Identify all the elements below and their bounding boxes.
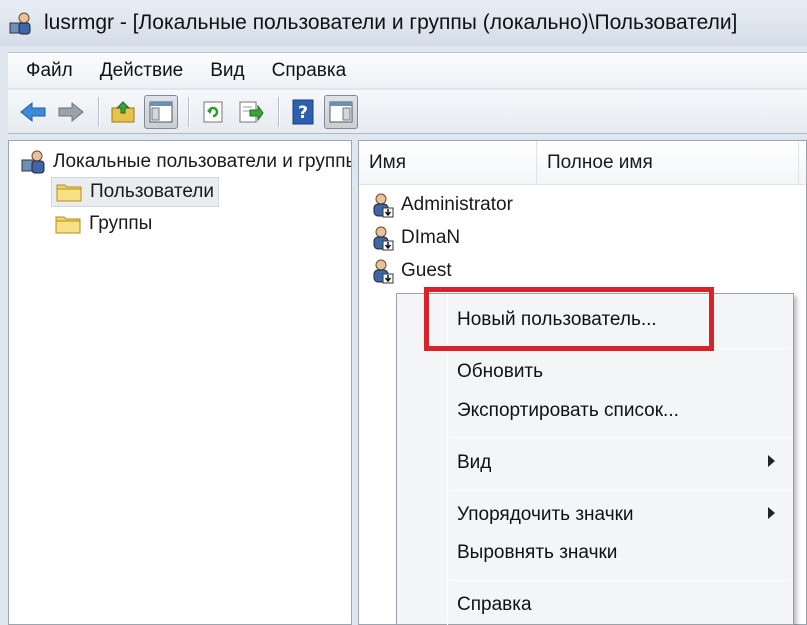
folder-icon bbox=[56, 182, 82, 202]
menu-item-view[interactable]: Вид bbox=[457, 452, 491, 474]
show-hide-tree-button[interactable] bbox=[144, 94, 178, 129]
tree-item-users[interactable]: Пользователи bbox=[51, 177, 220, 207]
context-menu-separator bbox=[449, 580, 789, 581]
show-hide-tree-icon bbox=[149, 101, 173, 122]
users-app-icon bbox=[8, 9, 36, 37]
refresh-button[interactable] bbox=[196, 95, 230, 129]
submenu-arrow-icon bbox=[768, 455, 775, 467]
svg-text:?: ? bbox=[298, 103, 308, 123]
user-icon bbox=[369, 258, 395, 284]
export-list-icon bbox=[239, 101, 264, 122]
column-header-name[interactable]: Имя bbox=[359, 141, 537, 185]
back-arrow-icon bbox=[20, 101, 46, 122]
column-header-full-name[interactable]: Полное имя bbox=[537, 141, 799, 185]
back-button[interactable] bbox=[16, 95, 50, 129]
users-groups-icon bbox=[21, 149, 47, 175]
user-name: Administrator bbox=[401, 194, 513, 215]
forward-arrow-icon bbox=[58, 101, 84, 122]
user-row-administrator[interactable]: Administrator bbox=[369, 190, 513, 220]
refresh-icon bbox=[203, 101, 223, 122]
menu-bar: Файл Действие Вид Справка bbox=[8, 52, 807, 88]
tree-item-label: Пользователи bbox=[90, 181, 215, 202]
menu-item-export-list[interactable]: Экспортировать список... bbox=[457, 400, 679, 422]
tree-root-label: Локальные пользователи и группы bbox=[53, 151, 351, 172]
title-bar: lusrmgr - [Локальные пользователи и груп… bbox=[0, 0, 807, 46]
menu-item-refresh[interactable]: Обновить bbox=[457, 361, 543, 383]
tree-item-groups[interactable]: Группы bbox=[51, 209, 156, 239]
user-name: DImaN bbox=[401, 227, 461, 248]
menu-item-line-up-icons[interactable]: Выровнять значки bbox=[457, 542, 617, 564]
up-folder-icon bbox=[111, 100, 135, 122]
menu-view[interactable]: Вид bbox=[210, 60, 244, 82]
user-row-guest[interactable]: Guest bbox=[369, 256, 452, 286]
toolbar-separator bbox=[188, 96, 190, 127]
action-pane-icon bbox=[329, 101, 353, 122]
menu-item-arrange-icons[interactable]: Упорядочить значки bbox=[457, 504, 634, 526]
context-menu-separator bbox=[449, 490, 789, 491]
menu-action[interactable]: Действие bbox=[100, 60, 184, 82]
folder-icon bbox=[55, 214, 81, 234]
export-list-button[interactable] bbox=[234, 95, 268, 129]
submenu-arrow-icon bbox=[768, 507, 775, 519]
toolbar-separator bbox=[278, 96, 280, 127]
toolbar-separator bbox=[98, 96, 100, 127]
help-button[interactable]: ? bbox=[286, 95, 320, 129]
menu-help[interactable]: Справка bbox=[272, 60, 347, 82]
forward-button[interactable] bbox=[54, 95, 88, 129]
tree-root[interactable]: Локальные пользователи и группы bbox=[21, 149, 351, 175]
up-level-button[interactable] bbox=[106, 95, 140, 129]
user-icon bbox=[369, 225, 395, 251]
user-name: Guest bbox=[401, 260, 452, 281]
highlight-annotation bbox=[424, 287, 714, 351]
column-header-row: Имя Полное имя bbox=[359, 141, 806, 185]
menu-file[interactable]: Файл bbox=[26, 60, 73, 82]
tree-pane: Локальные пользователи и группы Пользова… bbox=[8, 140, 352, 625]
user-icon bbox=[369, 192, 395, 218]
toolbar: ? bbox=[8, 90, 807, 134]
tree-item-label: Группы bbox=[89, 213, 153, 234]
context-menu-separator bbox=[449, 437, 789, 438]
menu-item-help[interactable]: Справка bbox=[457, 594, 532, 616]
action-pane-button[interactable] bbox=[324, 94, 358, 129]
user-row-dimanan[interactable]: DImaN bbox=[369, 223, 460, 253]
help-icon: ? bbox=[292, 99, 314, 124]
window-title: lusrmgr - [Локальные пользователи и груп… bbox=[44, 11, 738, 34]
